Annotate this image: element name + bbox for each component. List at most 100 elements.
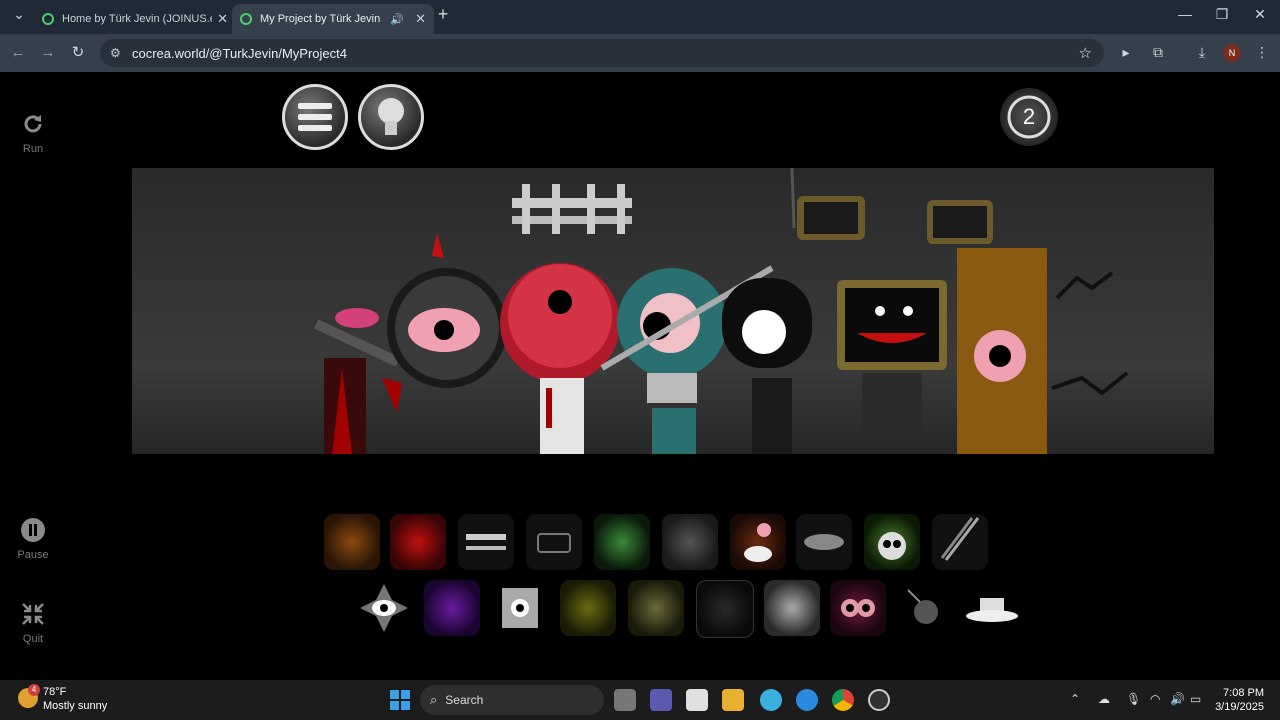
store-icon[interactable] xyxy=(686,689,708,711)
light-button[interactable] xyxy=(358,84,424,150)
palette-slot[interactable] xyxy=(390,514,446,570)
palette-slot[interactable] xyxy=(526,514,582,570)
tab-home[interactable]: Home by Türk Jevin (JOINUS.ex ✕ xyxy=(34,4,236,34)
character-3[interactable] xyxy=(500,184,632,454)
countdown-timer: 2 xyxy=(1000,88,1058,146)
teams-icon[interactable] xyxy=(650,689,672,711)
refresh-icon xyxy=(24,115,42,133)
quit-label: Quit xyxy=(22,633,44,645)
palette-slot[interactable] xyxy=(628,580,684,636)
palette-slot[interactable] xyxy=(458,514,514,570)
collapse-icon xyxy=(22,603,44,625)
microphone-icon[interactable]: 🎙 xyxy=(1126,692,1141,706)
menu-button[interactable] xyxy=(282,84,348,150)
search-icon: ⌕ xyxy=(430,692,438,707)
browser-tab-bar: ⌄ Home by Türk Jevin (JOINUS.ex ✕ My Pro… xyxy=(0,0,1280,34)
system-clock[interactable]: 7:08 PM 3/19/2025 xyxy=(1215,686,1264,714)
battery-icon[interactable]: ▭ xyxy=(1190,692,1201,706)
windows-logo-icon xyxy=(390,690,410,710)
close-window-button[interactable]: ✕ xyxy=(1245,6,1275,23)
pause-label: Pause xyxy=(17,549,49,561)
palette-slot[interactable] xyxy=(594,514,650,570)
pause-button[interactable]: Pause xyxy=(12,518,54,561)
media-control-icon[interactable]: ▸ xyxy=(1116,44,1136,61)
speaker-icon[interactable]: 🔊 xyxy=(390,13,404,26)
forward-button[interactable]: → xyxy=(38,43,58,63)
screen-icon xyxy=(537,533,571,553)
antlers-icon xyxy=(466,534,506,550)
palette-slot[interactable] xyxy=(964,580,1020,636)
wifi-icon[interactable]: ◠ xyxy=(1150,692,1160,706)
palette-slot[interactable] xyxy=(898,580,954,636)
character-7[interactable] xyxy=(957,248,1129,454)
chrome-icon[interactable] xyxy=(832,689,854,711)
spiky-eye-icon xyxy=(360,584,408,632)
tab-my-project[interactable]: My Project by Türk Jevin (JC 🔊 ✕ xyxy=(232,4,434,34)
chevron-up-icon[interactable]: ⌃ xyxy=(1070,692,1080,706)
pause-icon xyxy=(21,518,45,542)
file-explorer-icon[interactable] xyxy=(722,689,744,711)
maximize-button[interactable]: ❐ xyxy=(1207,6,1237,23)
hat-icon xyxy=(966,598,1018,622)
tab-title: My Project by Türk Jevin (JC xyxy=(260,13,384,25)
lightbulb-icon xyxy=(378,98,404,135)
cloud-icon xyxy=(804,534,844,550)
profile-avatar[interactable]: N xyxy=(1223,44,1241,62)
address-bar[interactable]: ⚙ cocrea.world/@TurkJevin/MyProject4 ☆ xyxy=(100,39,1104,67)
performance-stage xyxy=(132,167,1214,454)
palette-slot[interactable] xyxy=(492,580,548,636)
extensions-icon[interactable]: ⧉ xyxy=(1148,44,1168,61)
characters-scene xyxy=(314,167,1129,454)
tab-list-chevron-icon[interactable]: ⌄ xyxy=(4,6,34,23)
reload-button[interactable]: ↻ xyxy=(68,43,88,63)
task-view-icon[interactable] xyxy=(614,689,636,711)
palette-slot[interactable] xyxy=(662,514,718,570)
palette-slot[interactable] xyxy=(424,580,480,636)
bomb-icon xyxy=(907,589,938,624)
hamburger-icon xyxy=(298,103,332,131)
start-button[interactable] xyxy=(390,690,410,710)
taskbar-search[interactable]: ⌕ Search xyxy=(420,685,604,715)
twin-eyes-icon xyxy=(841,599,875,617)
menu-kebab-icon[interactable]: ⋮ xyxy=(1252,44,1272,61)
tab-title: Home by Türk Jevin (JOINUS.ex xyxy=(62,13,212,25)
clock-time: 7:08 PM xyxy=(1223,687,1264,699)
run-button[interactable]: Run xyxy=(12,112,54,155)
app-icon[interactable] xyxy=(760,689,782,711)
download-icon[interactable]: ⤓ xyxy=(1192,44,1212,61)
skull-icon xyxy=(878,532,906,560)
weather-temp: 78°F xyxy=(43,686,67,698)
palette-slot[interactable] xyxy=(932,514,988,570)
windows-taskbar: 4 78°F Mostly sunny ⌕ Search ⌃ ☁ 🎙 ◠ 🔊 ▭… xyxy=(0,680,1280,720)
palette-slot[interactable] xyxy=(830,580,886,636)
character-2[interactable] xyxy=(382,233,507,413)
site-info-icon[interactable]: ⚙ xyxy=(110,46,124,60)
quit-button[interactable]: Quit xyxy=(12,602,54,645)
volume-icon[interactable]: 🔊 xyxy=(1170,692,1185,706)
palette-slot[interactable] xyxy=(696,580,754,638)
game-canvas[interactable]: Run Pause Quit 2 xyxy=(0,72,1280,680)
new-tab-button[interactable]: + xyxy=(428,4,458,25)
run-label: Run xyxy=(22,143,44,155)
edge-icon[interactable] xyxy=(796,689,818,711)
bookmark-star-icon[interactable]: ☆ xyxy=(1079,44,1092,62)
minimize-button[interactable]: — xyxy=(1170,6,1200,22)
search-label: Search xyxy=(445,693,484,707)
recorder-icon[interactable] xyxy=(868,689,890,711)
browser-toolbar: ← → ↻ ⚙ cocrea.world/@TurkJevin/MyProjec… xyxy=(0,34,1280,72)
palette-slot[interactable] xyxy=(730,514,786,570)
palette-slot[interactable] xyxy=(356,580,412,636)
favicon-icon xyxy=(42,13,54,25)
eye-box-icon xyxy=(502,588,538,628)
weather-desc: Mostly sunny xyxy=(43,700,108,712)
palette-slot[interactable] xyxy=(864,514,920,570)
timer-value: 2 xyxy=(1022,104,1036,129)
onedrive-icon[interactable]: ☁ xyxy=(1098,692,1110,706)
sticks-icon xyxy=(940,517,980,561)
palette-slot[interactable] xyxy=(560,580,616,636)
palette-slot[interactable] xyxy=(796,514,852,570)
back-button[interactable]: ← xyxy=(8,43,28,63)
palette-slot[interactable] xyxy=(764,580,820,636)
palette-slot[interactable] xyxy=(324,514,380,570)
url-text: cocrea.world/@TurkJevin/MyProject4 xyxy=(132,45,348,61)
